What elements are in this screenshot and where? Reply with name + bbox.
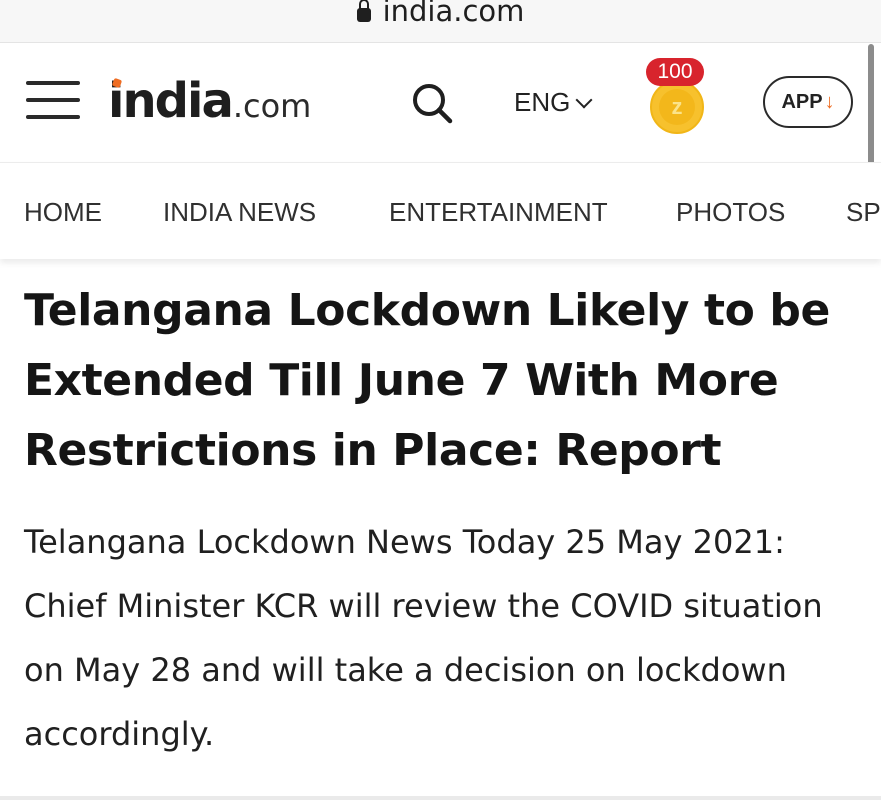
site-header: india .com ENG z 100 APP ↓ [0,43,881,161]
nav-item-india-news[interactable]: INDIA NEWS [163,197,316,228]
search-icon[interactable] [410,81,454,125]
nav-item-entertainment[interactable]: ENTERTAINMENT [389,197,608,228]
article-summary: Telangana Lockdown News Today 25 May 202… [24,523,823,753]
menu-icon[interactable] [26,79,80,121]
url-display[interactable]: india.com [356,0,525,28]
article: Telangana Lockdown Likely to be Extended… [24,276,864,766]
coin-icon[interactable]: z [650,80,704,134]
category-nav: HOME INDIA NEWS ENTERTAINMENT PHOTOS SP [0,162,881,259]
nav-item-photos[interactable]: PHOTOS [676,197,785,228]
logo-suffix: .com [232,87,312,125]
lock-icon [356,0,371,22]
site-logo[interactable]: india .com [108,73,311,133]
article-headline[interactable]: Telangana Lockdown Likely to be Extended… [24,276,864,486]
url-text: india.com [382,0,525,28]
nav-item-home[interactable]: HOME [24,197,102,228]
app-button-label: APP [781,90,823,113]
language-label: ENG [514,87,571,117]
coins-badge: 100 [646,58,704,86]
coin-symbol: z [659,89,695,125]
download-arrow-icon: ↓ [824,90,835,113]
app-download-button[interactable]: APP ↓ [763,76,853,128]
divider [0,796,881,800]
nav-item-sports[interactable]: SP [846,197,881,228]
browser-address-bar[interactable]: india.com [0,0,881,43]
logo-brand: india [108,73,234,129]
language-selector[interactable]: ENG [514,87,593,118]
chevron-down-icon [575,91,593,108]
